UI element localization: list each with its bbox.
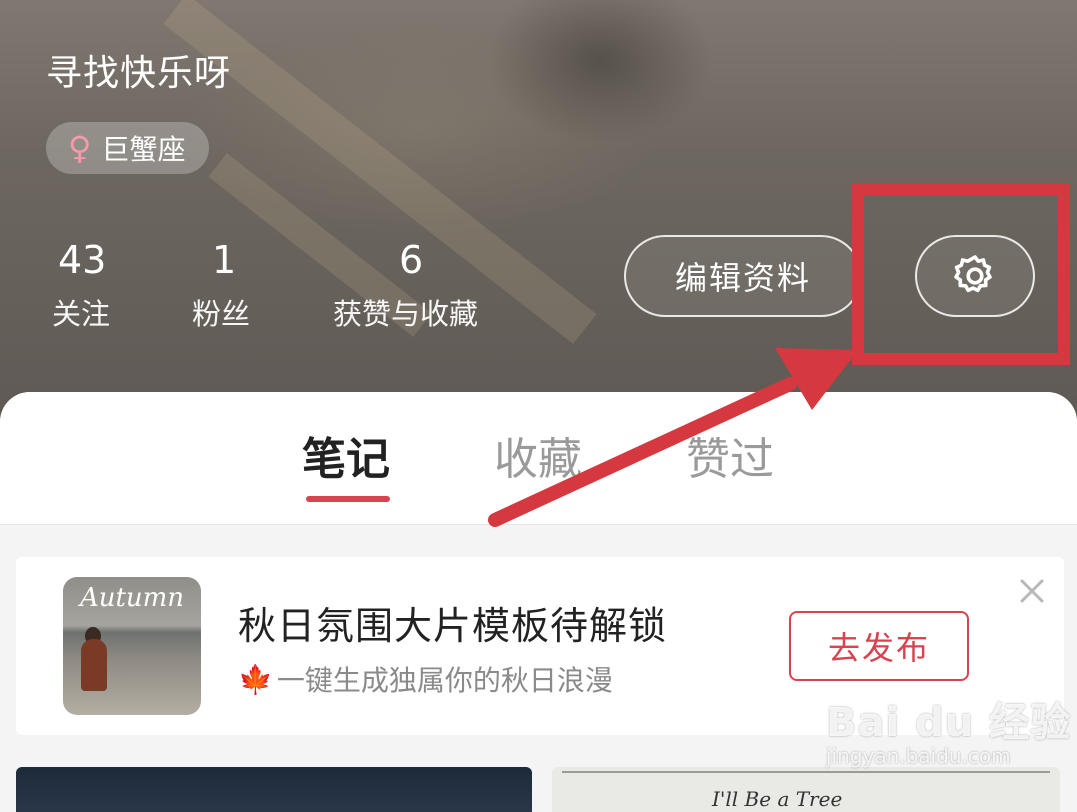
publish-button[interactable]: 去发布 <box>789 611 969 681</box>
promo-thumbnail: Autumn <box>63 577 201 715</box>
stat-value: 43 <box>58 238 107 282</box>
stat-value: 1 <box>212 238 237 282</box>
close-icon <box>1020 579 1044 603</box>
maple-leaf-icon: 🍁 <box>238 662 273 696</box>
stat-label: 粉丝 <box>192 297 251 331</box>
active-tab-indicator <box>306 496 390 502</box>
feed-card-thumbnail[interactable] <box>16 767 532 812</box>
close-promo-button[interactable] <box>1016 575 1048 607</box>
username: 寻找快乐呀 <box>46 53 232 94</box>
thumbnail-figure <box>81 639 107 691</box>
watermark: Bai du 经验 jingyan.baidu.com <box>826 690 1071 768</box>
tab-liked[interactable]: 赞过 <box>686 432 774 488</box>
promo-title: 秋日氛围大片模板待解锁 <box>238 604 668 648</box>
feed-card-thumbnail[interactable]: I'll Be a Tree <box>552 767 1060 812</box>
paper-line <box>562 771 1050 773</box>
promo-subtitle: 🍁 一键生成独属你的秋日浪漫 <box>238 659 613 699</box>
tab-bar: 笔记 收藏 赞过 <box>0 392 1077 525</box>
promo-subtitle-text: 一键生成独属你的秋日浪漫 <box>276 664 613 697</box>
watermark-logo-text: Bai du 经验 <box>826 700 1072 746</box>
stat-followers[interactable]: 1 粉丝 <box>192 238 250 330</box>
stat-label: 获赞与收藏 <box>333 297 479 331</box>
stat-likes-and-saves[interactable]: 6 获赞与收藏 <box>333 238 478 330</box>
annotation-highlight-box <box>852 183 1070 365</box>
stat-following[interactable]: 43 关注 <box>52 238 110 330</box>
feed-card-text: I'll Be a Tree <box>712 787 843 811</box>
zodiac-badge: ♀ 巨蟹座 <box>46 122 210 174</box>
tab-notes[interactable]: 笔记 <box>302 432 390 488</box>
tab-collections[interactable]: 收藏 <box>494 432 582 488</box>
female-icon: ♀ <box>68 129 92 167</box>
edit-profile-button[interactable]: 编辑资料 <box>624 235 862 317</box>
stat-label: 关注 <box>52 297 111 331</box>
thumbnail-title: Autumn <box>79 583 185 613</box>
zodiac-label: 巨蟹座 <box>101 133 186 166</box>
stat-value: 6 <box>399 238 424 282</box>
